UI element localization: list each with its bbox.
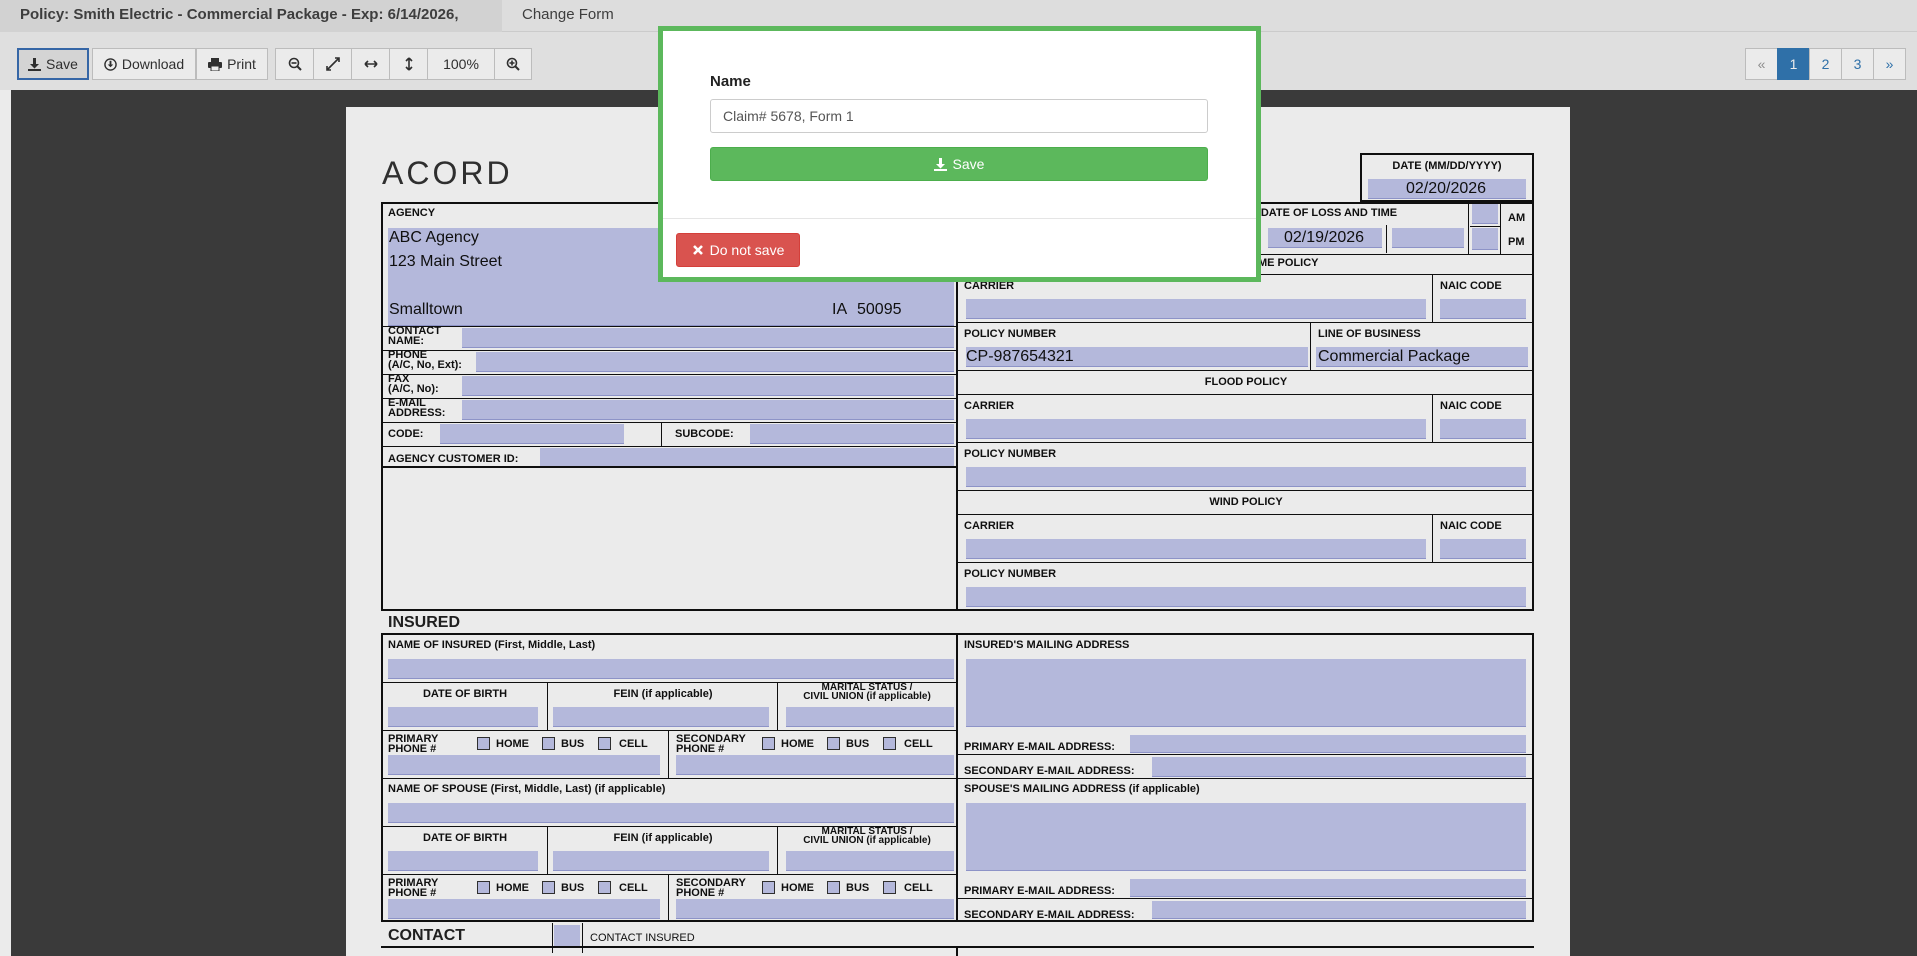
dialog-divider — [663, 218, 1256, 219]
dialog-save-label: Save — [952, 156, 985, 172]
close-icon — [692, 245, 703, 255]
download-icon — [933, 157, 947, 171]
dialog-save-button[interactable]: Save — [710, 147, 1208, 181]
save-dialog: Name Save Do not save — [658, 26, 1261, 282]
do-not-save-label: Do not save — [709, 242, 785, 258]
do-not-save-button[interactable]: Do not save — [676, 233, 800, 267]
name-label: Name — [710, 73, 751, 90]
name-input[interactable] — [710, 99, 1208, 133]
